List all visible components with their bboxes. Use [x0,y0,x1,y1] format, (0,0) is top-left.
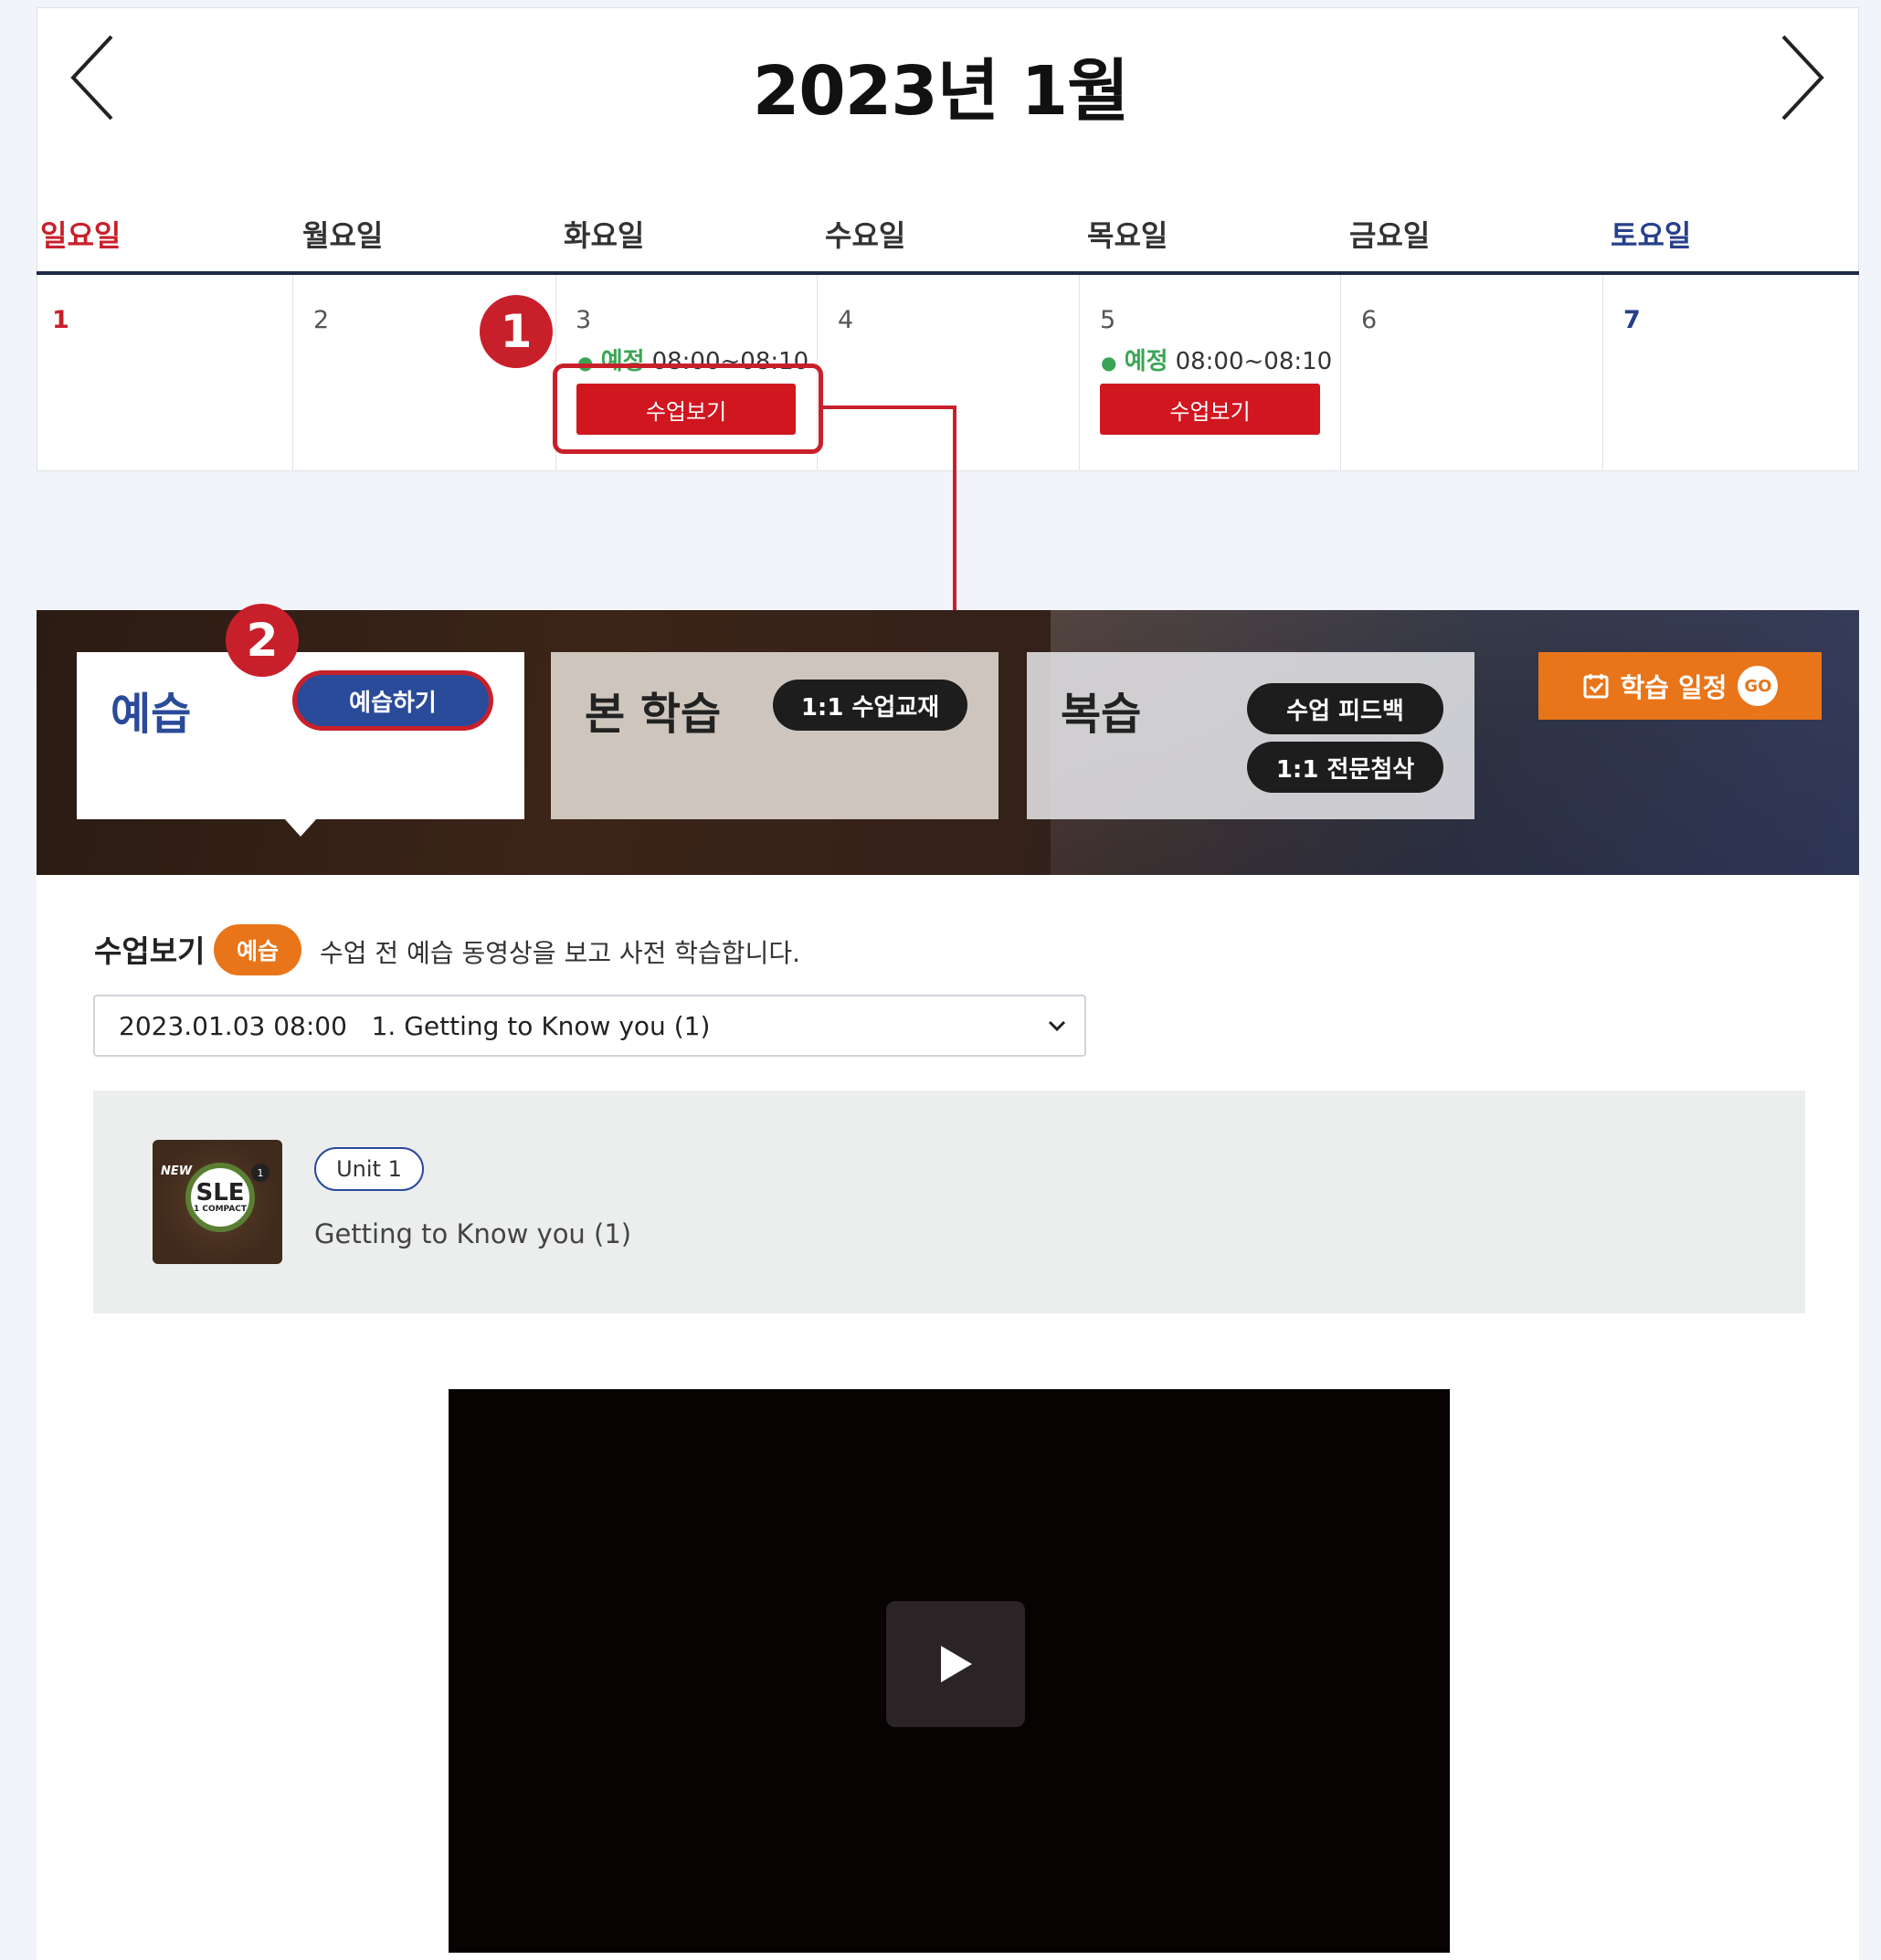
event-time: 08:00~08:10 [1175,348,1333,375]
connector-line [823,406,956,409]
tab-review-title: 복습 [1061,689,1142,740]
unit-badge: Unit 1 [314,1147,424,1191]
event-status-line: ● 예정 08:00~08:10 [1101,342,1332,376]
weekday-fri: 금요일 [1349,218,1431,253]
day-1[interactable]: 1 [52,306,69,334]
textbook-new-label: NEW [161,1164,193,1178]
active-tab-pointer [284,818,317,837]
day-2[interactable]: 2 [313,306,329,334]
unit-title: Getting to Know you (1) [314,1218,632,1249]
weekday-sun: 일요일 [40,218,122,253]
step-2-badge: 2 [226,604,299,677]
correction-button[interactable]: 1:1 전문첨삭 [1247,742,1443,793]
study-schedule-label: 학습 일정 [1620,672,1728,703]
section-description: 수업 전 예습 동영상을 보고 사전 학습합니다. [320,938,800,968]
calendar-check-icon [1583,674,1609,699]
cell-divider [1079,275,1080,470]
feedback-button[interactable]: 수업 피드백 [1247,683,1443,734]
section-tag: 예습 [214,924,301,975]
month-title: 2023년 1월 [752,52,1129,131]
lesson-select-value: 2023.01.03 08:00 1. Getting to Know you … [119,1010,711,1041]
textbook-logo-main: SLE [195,1179,245,1207]
weekday-thu: 목요일 [1087,218,1168,253]
day-6[interactable]: 6 [1361,306,1377,334]
tab-preview[interactable]: 예습 예습하기 [77,652,524,819]
day-5[interactable]: 5 [1100,306,1115,334]
study-schedule-button[interactable]: 학습 일정 GO [1538,652,1822,720]
textbook-logo-sub: 1 COMPACT [193,1205,248,1214]
tab-review[interactable]: 복습 수업 피드백 1:1 전문첨삭 [1027,652,1474,819]
weekday-sat: 토요일 [1611,218,1692,253]
weekday-mon: 월요일 [302,218,384,253]
unit-info-box [93,1091,1805,1313]
event-status: 예정 [1124,348,1168,375]
play-icon [941,1646,972,1682]
cell-divider [292,275,293,470]
textbook-level-badge: 1 [251,1164,269,1182]
chevron-down-icon [1048,1020,1066,1032]
day-7[interactable]: 7 [1623,306,1641,334]
cell-divider [1340,275,1341,470]
cell-divider [1602,275,1603,470]
status-dot-icon: ● [1101,352,1117,374]
calendar-header-rule [37,271,1859,275]
view-class-button[interactable]: 수업보기 [1100,384,1320,435]
day-3[interactable]: 3 [576,306,591,334]
preview-start-button[interactable]: 예습하기 [297,675,489,726]
tab-preview-title: 예습 [111,689,192,740]
textbook-logo: SLE 1 COMPACT [185,1163,255,1232]
tab-main-study[interactable]: 본 학습 1:1 수업교재 [551,652,999,819]
connector-line [953,406,956,610]
go-badge: GO [1738,666,1779,706]
lesson-select[interactable]: 2023.01.03 08:00 1. Getting to Know you … [93,995,1086,1057]
play-button[interactable] [886,1601,1025,1727]
weekday-wed: 수요일 [825,218,906,253]
step-1-badge: 1 [480,295,553,368]
textbook-button[interactable]: 1:1 수업교재 [773,680,967,731]
highlight-frame [553,364,823,454]
tab-main-study-title: 본 학습 [585,689,722,740]
section-title: 수업보기 [94,933,206,969]
weekday-tue: 화요일 [564,218,645,253]
day-4[interactable]: 4 [838,306,853,334]
